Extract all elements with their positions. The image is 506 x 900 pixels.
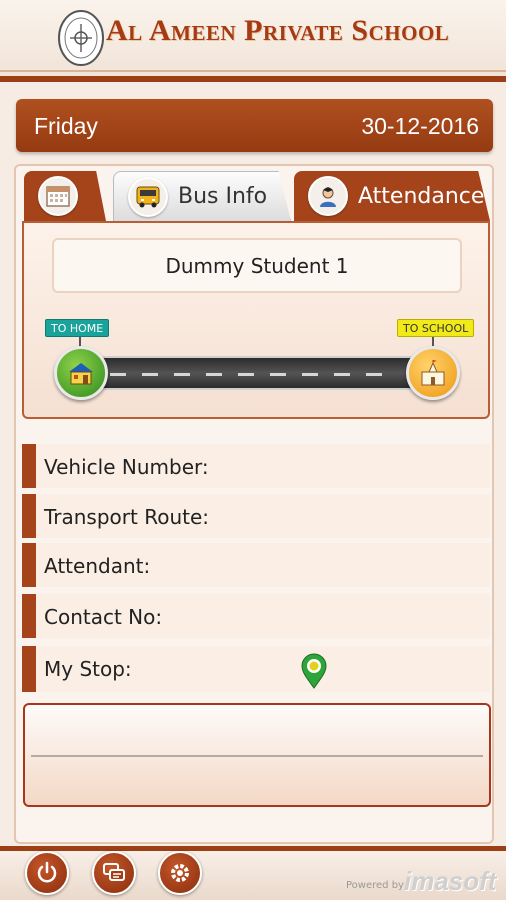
school-icon — [406, 346, 460, 400]
attendant-label: Attendant: — [44, 554, 151, 578]
row-marker — [22, 594, 36, 638]
road-dash — [238, 373, 254, 376]
road-dash — [206, 373, 222, 376]
road-dash — [142, 373, 158, 376]
my-stop-row: My Stop: — [22, 646, 490, 692]
row-marker — [22, 444, 36, 488]
to-home-label: TO HOME — [45, 319, 110, 337]
vehicle-number-label: Vehicle Number: — [44, 455, 209, 479]
transport-route-row: Transport Route: — [22, 494, 490, 538]
header-divider — [0, 70, 506, 72]
divider-line — [31, 755, 483, 757]
road-dash — [366, 373, 382, 376]
messages-icon — [103, 863, 125, 881]
row-marker — [22, 543, 36, 587]
tab-calendar[interactable] — [24, 171, 106, 221]
settings-button[interactable] — [158, 851, 202, 895]
transport-route-label: Transport Route: — [44, 505, 209, 529]
brand-logo: imasoft — [404, 866, 497, 896]
powered-by-text: Powered by — [346, 880, 404, 891]
contact-number-row: Contact No: — [22, 594, 490, 638]
student-name[interactable]: Dummy Student 1 — [52, 238, 462, 293]
school-title: Al Ameen Private School — [106, 14, 450, 47]
road-dash — [270, 373, 286, 376]
bus-route-road — [80, 356, 430, 390]
tab-attendance[interactable]: Attendance — [294, 171, 490, 221]
road-dash — [110, 373, 126, 376]
calendar-icon — [38, 176, 78, 216]
attendant-row: Attendant: — [22, 543, 490, 587]
road-dash — [334, 373, 350, 376]
tab-bus-info[interactable]: Bus Info — [113, 171, 291, 221]
tab-attendance-label: Attendance — [358, 183, 485, 209]
home-icon — [54, 346, 108, 400]
power-icon — [37, 861, 57, 883]
row-marker — [22, 494, 36, 538]
power-button[interactable] — [25, 851, 69, 895]
road-dash — [302, 373, 318, 376]
contact-number-label: Contact No: — [44, 605, 163, 629]
my-stop-label: My Stop: — [44, 657, 132, 681]
tab-bus-info-label: Bus Info — [178, 184, 268, 209]
map-pin-icon[interactable] — [298, 653, 330, 689]
messages-button[interactable] — [92, 851, 136, 895]
student-icon — [308, 176, 348, 216]
date-bar: Friday 30-12-2016 — [16, 99, 493, 152]
school-logo-icon — [58, 10, 104, 66]
road-dash — [174, 373, 190, 376]
bus-icon — [128, 176, 168, 217]
row-marker — [22, 646, 36, 692]
vehicle-number-row: Vehicle Number: — [22, 444, 490, 488]
settings-icon — [171, 864, 189, 882]
to-school-label: TO SCHOOL — [397, 319, 475, 337]
day-label: Friday — [34, 113, 98, 139]
date-label: 30-12-2016 — [361, 113, 479, 139]
stop-details-box[interactable] — [23, 703, 491, 807]
